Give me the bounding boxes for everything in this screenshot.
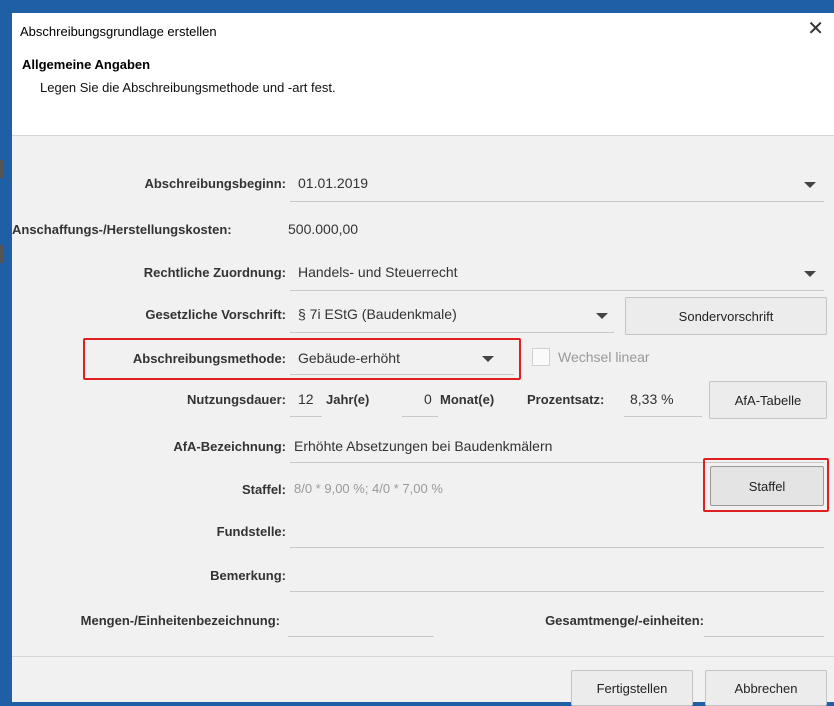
vorschrift-value: § 7i EStG (Baudenkmale) bbox=[298, 306, 457, 322]
kosten-value: 500.000,00 bbox=[288, 221, 359, 237]
frame-marker bbox=[0, 245, 3, 263]
wechsel-linear-checkbox[interactable] bbox=[532, 348, 550, 366]
dialog: Abschreibungsgrundlage erstellen ✕ Allge… bbox=[12, 13, 834, 706]
mengen-input[interactable] bbox=[288, 603, 434, 637]
field-underline bbox=[402, 416, 438, 417]
form-area: Abschreibungsbeginn: 01.01.2019 Anschaff… bbox=[12, 136, 834, 706]
fundstelle-label: Fundstelle: bbox=[216, 524, 286, 539]
prozentsatz-label: Prozentsatz: bbox=[527, 392, 605, 407]
gesamt-label: Gesamtmenge/-einheiten: bbox=[545, 613, 704, 628]
methode-label: Abschreibungsmethode: bbox=[132, 351, 286, 366]
field-underline bbox=[290, 332, 614, 333]
field-underline bbox=[288, 636, 434, 637]
chevron-down-icon bbox=[596, 313, 608, 319]
fundstelle-input[interactable] bbox=[290, 514, 824, 548]
window-frame-left bbox=[0, 0, 12, 702]
bezeichnung-value: Erhöhte Absetzungen bei Baudenkmälern bbox=[294, 438, 553, 454]
field-underline bbox=[290, 374, 514, 375]
zuordnung-select[interactable]: Handels- und Steuerrecht bbox=[290, 255, 824, 291]
beginn-value: 01.01.2019 bbox=[298, 175, 369, 191]
vorschrift-select[interactable]: § 7i EStG (Baudenkmale) bbox=[290, 297, 614, 333]
chevron-down-icon bbox=[482, 356, 494, 362]
window-title: Abschreibungsgrundlage erstellen bbox=[20, 24, 217, 39]
bemerkung-input[interactable] bbox=[290, 558, 824, 592]
field-underline bbox=[704, 636, 824, 637]
close-icon[interactable]: ✕ bbox=[807, 19, 824, 39]
monate-unit: Monat(e) bbox=[440, 392, 495, 407]
jahre-input[interactable]: 12 bbox=[290, 383, 322, 417]
monate-input[interactable]: 0 bbox=[402, 383, 438, 417]
prozentsatz-value: 8,33 % bbox=[630, 391, 674, 407]
cancel-button[interactable]: Abbrechen bbox=[705, 670, 827, 706]
footer-divider bbox=[12, 656, 834, 657]
zuordnung-label: Rechtliche Zuordnung: bbox=[143, 265, 286, 280]
section-subtitle: Legen Sie die Abschreibungsmethode und -… bbox=[40, 80, 336, 95]
methode-value: Gebäude-erhöht bbox=[298, 350, 400, 366]
vorschrift-label: Gesetzliche Vorschrift: bbox=[145, 307, 286, 322]
field-underline bbox=[290, 290, 824, 291]
field-underline bbox=[290, 416, 322, 417]
nutzungsdauer-label: Nutzungsdauer: bbox=[187, 392, 286, 407]
section-title: Allgemeine Angaben bbox=[22, 57, 151, 72]
frame-marker bbox=[0, 160, 3, 178]
zuordnung-value: Handels- und Steuerrecht bbox=[298, 264, 458, 280]
chevron-down-icon bbox=[804, 182, 816, 188]
gesamt-input[interactable] bbox=[704, 603, 824, 637]
prozentsatz-input[interactable]: 8,33 % bbox=[624, 383, 702, 417]
mengen-label: Mengen-/Einheitenbezeichnung: bbox=[80, 613, 280, 628]
beginn-select[interactable]: 01.01.2019 bbox=[290, 166, 824, 202]
jahre-value: 12 bbox=[298, 391, 314, 407]
afa-tabelle-button[interactable]: AfA-Tabelle bbox=[709, 381, 827, 419]
monate-value: 0 bbox=[424, 391, 432, 407]
staffel-label: Staffel: bbox=[241, 482, 286, 497]
bezeichnung-label: AfA-Bezeichnung: bbox=[173, 439, 286, 454]
field-underline bbox=[290, 591, 824, 592]
field-underline bbox=[624, 416, 702, 417]
finish-button[interactable]: Fertigstellen bbox=[571, 670, 693, 706]
methode-select[interactable]: Gebäude-erhöht bbox=[290, 341, 514, 375]
field-underline bbox=[290, 547, 824, 548]
field-underline bbox=[290, 201, 824, 202]
kosten-label: Anschaffungs-/Herstellungskosten: bbox=[12, 222, 232, 237]
window-frame-top bbox=[0, 0, 834, 13]
title-bar: Abschreibungsgrundlage erstellen ✕ bbox=[12, 13, 834, 49]
staffel-button[interactable]: Staffel bbox=[710, 466, 824, 506]
bemerkung-label: Bemerkung: bbox=[210, 568, 286, 583]
sondervorschrift-button[interactable]: Sondervorschrift bbox=[625, 297, 827, 335]
wechsel-linear-label: Wechsel linear bbox=[558, 349, 650, 365]
jahre-unit: Jahr(e) bbox=[326, 392, 370, 407]
beginn-label: Abschreibungsbeginn: bbox=[144, 176, 286, 191]
wizard-header: Allgemeine Angaben Legen Sie die Abschre… bbox=[12, 49, 834, 136]
chevron-down-icon bbox=[804, 271, 816, 277]
staffel-value: 8/0 * 9,00 %; 4/0 * 7,00 % bbox=[294, 481, 443, 496]
